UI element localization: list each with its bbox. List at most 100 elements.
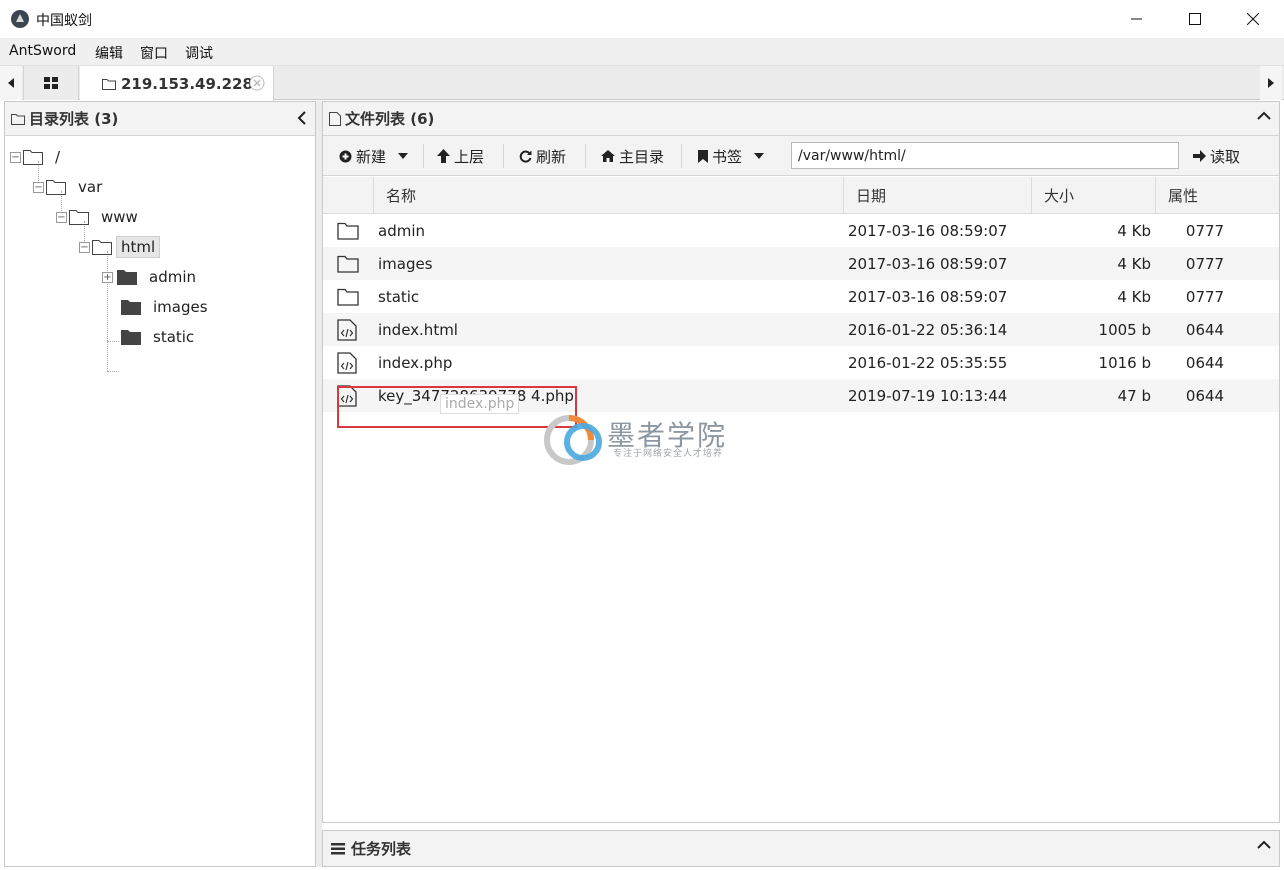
file-name: index.html bbox=[378, 320, 458, 339]
antsword-logo-icon bbox=[11, 10, 29, 28]
tree-node-www[interactable]: − www bbox=[56, 205, 142, 229]
expand-toggle-icon[interactable]: + bbox=[102, 271, 113, 283]
folder-filled-icon bbox=[117, 270, 137, 285]
tree-label-var: var bbox=[78, 178, 103, 196]
caret-down-icon bbox=[398, 153, 409, 159]
tree-node-html[interactable]: − html bbox=[79, 235, 161, 259]
file-panel-title: 文件列表 (6) bbox=[345, 110, 435, 128]
bookmark-button[interactable]: 书签 bbox=[698, 144, 768, 168]
file-row[interactable]: index.html 2016-01-22 05:36:14 1005 b 06… bbox=[323, 313, 1279, 346]
collapse-toggle-icon[interactable]: − bbox=[10, 151, 21, 163]
up-level-button[interactable]: 上层 bbox=[437, 144, 484, 168]
menu-antsword[interactable]: AntSword bbox=[9, 43, 76, 59]
file-row[interactable]: index.php 2016-01-22 05:35:55 1016 b 064… bbox=[323, 346, 1279, 379]
home-directory-button[interactable]: 主目录 bbox=[601, 144, 664, 168]
tab-home[interactable] bbox=[23, 66, 79, 100]
maximize-icon bbox=[1189, 13, 1201, 25]
folder-outline-icon bbox=[46, 180, 66, 195]
chevron-up-icon[interactable] bbox=[1257, 111, 1271, 121]
file-size: 4 Kb bbox=[1117, 287, 1151, 306]
read-path-button[interactable]: 读取 bbox=[1193, 144, 1240, 168]
task-panel: 任务列表 bbox=[322, 830, 1280, 867]
collapse-toggle-icon[interactable]: − bbox=[56, 211, 67, 223]
file-size: 47 b bbox=[1117, 386, 1151, 405]
tree-node-images[interactable]: images bbox=[119, 295, 212, 319]
tab-scroll-right-button[interactable] bbox=[1260, 66, 1282, 100]
maximize-button[interactable] bbox=[1166, 0, 1224, 38]
file-toolbar: 新建 上层 刷新 主目录 书签 读取 bbox=[323, 136, 1279, 176]
folder-outline-icon bbox=[69, 210, 89, 225]
folder-outline-icon bbox=[92, 240, 112, 255]
collapse-toggle-icon[interactable]: − bbox=[33, 181, 44, 193]
title-bar: 中国蚁剑 bbox=[0, 0, 1284, 38]
folder-filled-icon bbox=[121, 330, 141, 345]
new-button[interactable]: 新建 bbox=[339, 144, 412, 168]
read-path-label: 读取 bbox=[1210, 147, 1241, 166]
file-grid-header: 名称 日期 大小 属性 bbox=[323, 177, 1279, 214]
code-file-icon bbox=[337, 318, 357, 341]
path-input[interactable] bbox=[791, 142, 1179, 169]
file-date: 2017-03-16 08:59:07 bbox=[848, 221, 1008, 240]
caret-down-icon bbox=[754, 153, 765, 159]
file-row[interactable]: admin 2017-03-16 08:59:07 4 Kb 0777 bbox=[323, 214, 1279, 247]
tree-label-images: images bbox=[153, 298, 208, 316]
folder-outline-icon bbox=[337, 288, 359, 306]
file-size: 1005 b bbox=[1098, 320, 1151, 339]
tree-node-root[interactable]: − / bbox=[10, 145, 64, 169]
minimize-icon bbox=[1131, 18, 1142, 20]
watermark-subtitle: 专注于网络安全人才培养 bbox=[613, 449, 724, 459]
file-outline-icon bbox=[329, 111, 341, 126]
file-attributes: 0644 bbox=[1185, 320, 1225, 339]
directory-panel: 目录列表 (3) − / − var − www − html + admin … bbox=[4, 101, 316, 867]
close-window-button[interactable] bbox=[1224, 0, 1282, 38]
tab-bar: 219.153.49.228 bbox=[0, 66, 1284, 101]
file-row[interactable]: static 2017-03-16 08:59:07 4 Kb 0777 bbox=[323, 280, 1279, 313]
home-icon bbox=[601, 150, 615, 162]
menu-debug[interactable]: 调试 bbox=[185, 43, 213, 63]
tab-scroll-left-button[interactable] bbox=[0, 66, 22, 100]
file-attributes: 0777 bbox=[1185, 254, 1225, 273]
tab-label: 219.153.49.228 bbox=[121, 74, 253, 93]
minimize-button[interactable] bbox=[1108, 0, 1166, 38]
tab-shell-connection[interactable]: 219.153.49.228 bbox=[80, 66, 274, 101]
caret-left-icon bbox=[8, 78, 14, 88]
column-header-size[interactable]: 大小 bbox=[1031, 177, 1155, 214]
code-file-icon bbox=[337, 351, 357, 374]
tree-node-var[interactable]: − var bbox=[33, 175, 106, 199]
file-date: 2017-03-16 08:59:07 bbox=[848, 254, 1008, 273]
close-icon bbox=[1247, 13, 1259, 25]
column-header-attributes[interactable]: 属性 bbox=[1155, 177, 1279, 214]
file-attributes: 0644 bbox=[1185, 386, 1225, 405]
collapse-toggle-icon[interactable]: − bbox=[79, 241, 90, 253]
tree-node-static[interactable]: static bbox=[119, 325, 198, 349]
file-panel-header: 文件列表 (6) bbox=[323, 102, 1279, 136]
folder-outline-icon bbox=[11, 113, 25, 125]
folder-outline-icon bbox=[337, 255, 359, 273]
bookmark-label: 书签 bbox=[712, 147, 743, 166]
column-header-date[interactable]: 日期 bbox=[843, 177, 1031, 214]
tree-label-html: html bbox=[116, 236, 161, 258]
menu-bar: AntSword 编辑 窗口 调试 bbox=[0, 38, 1284, 66]
refresh-label: 刷新 bbox=[536, 147, 567, 166]
chevron-left-icon[interactable] bbox=[297, 111, 307, 125]
menu-window[interactable]: 窗口 bbox=[140, 43, 168, 63]
file-size: 4 Kb bbox=[1117, 254, 1151, 273]
file-row[interactable]: images 2017-03-16 08:59:07 4 Kb 0777 bbox=[323, 247, 1279, 280]
menu-edit[interactable]: 编辑 bbox=[95, 43, 123, 63]
tab-close-icon[interactable] bbox=[249, 75, 265, 91]
arrow-up-icon bbox=[437, 149, 450, 163]
window-title: 中国蚁剑 bbox=[36, 13, 92, 29]
file-name: index.php bbox=[378, 353, 453, 372]
folder-outline-icon bbox=[23, 150, 43, 165]
file-panel: 文件列表 (6) 新建 上层 刷新 主目录 书签 /var/www/html/ … bbox=[322, 101, 1280, 823]
watermark: 墨者学院 专注于网络安全人才培养 bbox=[543, 402, 753, 472]
chevron-up-icon[interactable] bbox=[1257, 840, 1271, 850]
refresh-button[interactable]: 刷新 bbox=[519, 144, 566, 168]
column-header-name[interactable]: 名称 bbox=[373, 177, 843, 214]
tree-node-admin[interactable]: + admin bbox=[102, 265, 200, 289]
file-name: images bbox=[378, 254, 433, 273]
file-size: 1016 b bbox=[1098, 353, 1151, 372]
folder-filled-icon bbox=[121, 300, 141, 315]
watermark-logo-icon bbox=[544, 415, 602, 465]
directory-panel-header: 目录列表 (3) bbox=[5, 102, 315, 136]
